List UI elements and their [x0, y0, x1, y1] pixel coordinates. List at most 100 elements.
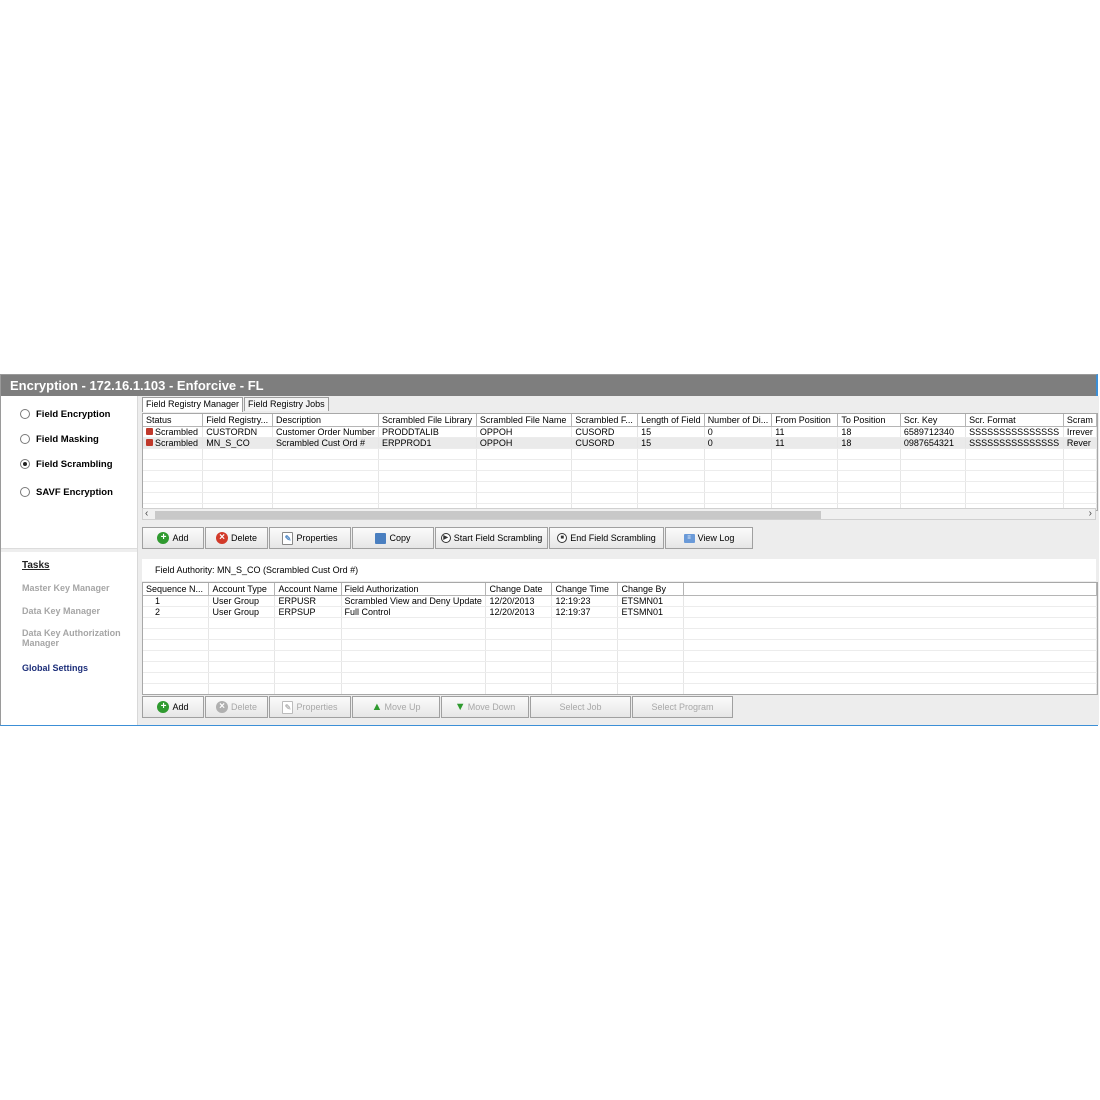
horizontal-scrollbar[interactable]: ‹ ›: [142, 508, 1096, 520]
table-cell: 2: [143, 606, 210, 618]
table-row[interactable]: 1 User Group ERPUSR Scrambled View and D…: [143, 595, 1097, 607]
table-cell: 12/20/2013: [485, 595, 553, 607]
field-authority-label: Field Authority:: [155, 565, 215, 575]
main-panel: Field Registry Manager Field Registry Jo…: [138, 396, 1099, 725]
table-cell: OPPOH: [476, 437, 573, 449]
empty-row: [143, 448, 1097, 460]
scroll-left-icon[interactable]: ‹: [145, 508, 148, 519]
table-cell: CUSORD: [571, 437, 639, 449]
select-program-button[interactable]: Select Program: [632, 696, 733, 718]
column-header[interactable]: From Position: [771, 414, 839, 427]
column-header[interactable]: Account Name: [274, 583, 342, 596]
authority-properties-button[interactable]: ✎ Properties: [269, 696, 351, 718]
tab-field-registry-manager[interactable]: Field Registry Manager: [142, 397, 244, 412]
column-header[interactable]: Scr. Key: [900, 414, 967, 427]
column-header[interactable]: Field Registry...: [202, 414, 274, 427]
properties-button[interactable]: ✎ Properties: [269, 527, 351, 549]
column-header[interactable]: Scram: [1063, 414, 1097, 427]
empty-row: [143, 639, 1097, 651]
radio-field-masking[interactable]: Field Masking: [20, 432, 99, 446]
tab-field-registry-jobs[interactable]: Field Registry Jobs: [244, 397, 329, 411]
button-label: Delete: [230, 702, 257, 712]
table-cell: User Group: [208, 595, 276, 607]
table-cell: User Group: [208, 606, 276, 618]
button-label: Delete: [230, 533, 257, 543]
delete-authority-button[interactable]: × Delete: [205, 696, 268, 718]
table-cell: 6589712340: [900, 426, 967, 438]
encryption-window: Encryption - 172.16.1.103 - Enforcive - …: [0, 374, 1099, 726]
add-authority-button[interactable]: + Add: [142, 696, 204, 718]
move-up-button[interactable]: ▲ Move Up: [352, 696, 440, 718]
empty-row: [143, 481, 1097, 493]
move-down-button[interactable]: ▼ Move Down: [441, 696, 529, 718]
radio-field-scrambling[interactable]: Field Scrambling: [20, 457, 113, 471]
column-header[interactable]: Number of Di...: [704, 414, 773, 427]
authority-toolbar: + Add × Delete ✎ Properties ▲ Move Up ▼ …: [142, 696, 734, 720]
task-master-key-manager[interactable]: Master Key Manager: [22, 583, 132, 593]
table-cell: SSSSSSSSSSSSSSS: [965, 437, 1064, 449]
column-header[interactable]: Scrambled File Name: [476, 414, 573, 427]
column-header[interactable]: Change Time: [551, 583, 619, 596]
radio-savf-encryption[interactable]: SAVF Encryption: [20, 485, 113, 499]
table-cell: 18: [837, 426, 901, 438]
delete-icon: ×: [215, 701, 228, 713]
column-header[interactable]: Scrambled File Library: [378, 414, 477, 427]
column-header[interactable]: Field Authorization: [341, 583, 487, 596]
stop-icon: ■: [557, 533, 568, 543]
radio-label: Field Masking: [36, 433, 99, 445]
column-header[interactable]: Description: [272, 414, 380, 427]
radio-button-selected-icon[interactable]: [20, 459, 30, 469]
end-field-scrambling-button[interactable]: ■ End Field Scrambling: [549, 527, 664, 549]
table-cell: 11: [771, 426, 839, 438]
start-field-scrambling-button[interactable]: ▶ Start Field Scrambling: [435, 527, 548, 549]
table-cell: 12:19:37: [551, 606, 619, 618]
delete-button[interactable]: × Delete: [205, 527, 268, 549]
table-cell: 0987654321: [900, 437, 967, 449]
table-cell: MN_S_CO: [202, 437, 274, 449]
table-cell: 11: [771, 437, 839, 449]
column-header[interactable]: Scrambled F...: [571, 414, 639, 427]
column-header[interactable]: Account Type: [208, 583, 276, 596]
task-global-settings[interactable]: Global Settings: [22, 663, 132, 673]
column-header[interactable]: Sequence N...: [143, 583, 210, 596]
properties-icon: ✎: [282, 700, 294, 714]
column-header[interactable]: Status: [143, 414, 204, 427]
copy-icon: [375, 532, 387, 544]
plus-icon: +: [157, 532, 170, 544]
table-row[interactable]: 2 User Group ERPSUP Full Control 12/20/2…: [143, 606, 1097, 618]
radio-label: Field Scrambling: [36, 458, 113, 470]
radio-label: Field Encryption: [36, 408, 111, 420]
column-header[interactable]: Scr. Format: [965, 414, 1064, 427]
scroll-right-icon[interactable]: ›: [1089, 508, 1092, 519]
radio-button-icon[interactable]: [20, 434, 30, 444]
table-cell: OPPOH: [476, 426, 573, 438]
task-data-key-authorization-manager[interactable]: Data Key Authorization Manager: [22, 628, 132, 648]
table-row-selected[interactable]: Scrambled MN_S_CO Scrambled Cust Ord # E…: [143, 437, 1097, 449]
task-data-key-manager[interactable]: Data Key Manager: [22, 606, 132, 616]
view-log-button[interactable]: ≡ View Log: [665, 527, 753, 549]
field-authority-grid: Sequence N... Account Type Account Name …: [142, 582, 1098, 695]
field-registry-grid: Status Field Registry... Description Scr…: [142, 413, 1098, 511]
button-label: Select Job: [559, 702, 602, 712]
column-header[interactable]: To Position: [837, 414, 901, 427]
button-label: Properties: [296, 533, 338, 543]
radio-field-encryption[interactable]: Field Encryption: [20, 407, 110, 421]
column-header[interactable]: Change By: [617, 583, 685, 596]
column-header[interactable]: Change Date: [485, 583, 553, 596]
table-cell: PRODDTALIB: [378, 426, 477, 438]
table-cell: 0: [704, 437, 773, 449]
registry-toolbar: + Add × Delete ✎ Properties Copy ▶ Start…: [142, 527, 754, 551]
select-job-button[interactable]: Select Job: [530, 696, 631, 718]
add-button[interactable]: + Add: [142, 527, 204, 549]
radio-button-icon[interactable]: [20, 487, 30, 497]
copy-button[interactable]: Copy: [352, 527, 434, 549]
table-row[interactable]: Scrambled CUSTORDN Customer Order Number…: [143, 426, 1097, 438]
table-cell: 18: [837, 437, 901, 449]
field-authority-value: MN_S_CO (Scrambled Cust Ord #): [217, 565, 359, 575]
scrollbar-thumb[interactable]: [155, 511, 821, 519]
radio-button-icon[interactable]: [20, 409, 30, 419]
column-header[interactable]: Length of Field: [637, 414, 705, 427]
table-cell: ETSMN01: [617, 606, 685, 618]
table-cell: 12/20/2013: [485, 606, 553, 618]
arrow-up-icon: ▲: [371, 701, 383, 713]
